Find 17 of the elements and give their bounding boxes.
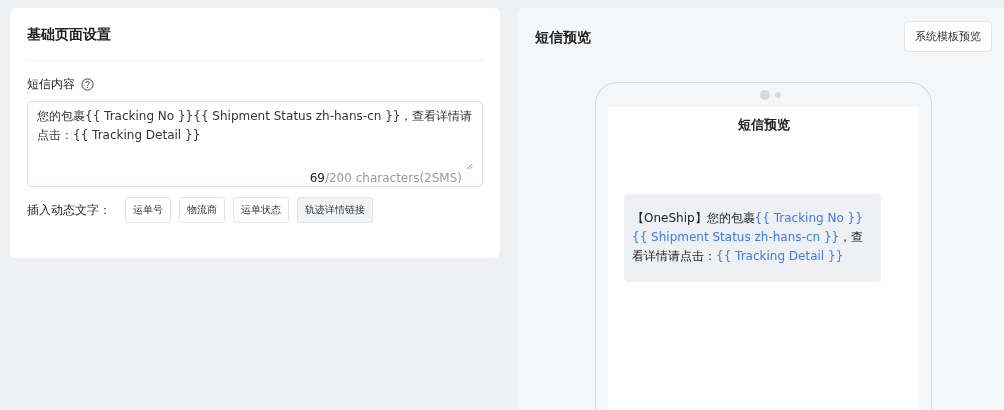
help-icon[interactable] xyxy=(81,78,94,91)
preview-title: 短信预览 xyxy=(535,28,591,47)
camera-icon xyxy=(758,89,783,101)
screen-title: 短信预览 xyxy=(737,116,790,134)
insert-label: 插入动态文字： xyxy=(27,201,111,219)
char-counter: 69/200 characters(2SMS) xyxy=(309,171,462,185)
insert-tag-button[interactable]: 运单状态 xyxy=(233,197,289,223)
field-label: 短信内容 xyxy=(27,76,75,93)
sms-message: 【OneShip】您的包裹{{ Tracking No }}{{ Shipment Status zh-hans-cn }}，查看详情请点击：{{ Tracking Detail }} xyxy=(632,210,865,265)
insert-tag-button[interactable]: 物流商 xyxy=(179,197,225,223)
section-title: 基础页面设置 xyxy=(27,26,112,44)
message-text: 您的包裹{{ Tracking No }}{{ Shipment Status zh-hans-cn }}，查看详情请点击：{{ Tracking Detail }} xyxy=(37,108,473,144)
resize-handle-icon[interactable] xyxy=(466,163,473,170)
template-preview-button[interactable]: 系统模板预览 xyxy=(904,21,992,52)
insert-tag-button[interactable]: 运单号 xyxy=(125,197,171,223)
message-field[interactable]: 您的包裹{{ Tracking No }}{{ Shipment Status zh-hans-cn }}，查看详情请点击：{{ Tracking Detail }} 69/200 characters(2SMS) xyxy=(27,101,483,187)
insert-tag-button[interactable]: 轨迹详情链接 xyxy=(297,197,373,223)
